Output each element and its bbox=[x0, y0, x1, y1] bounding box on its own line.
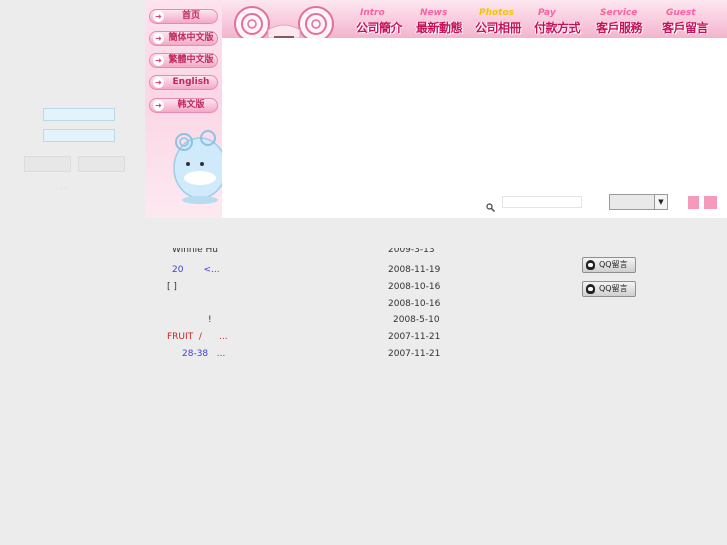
qq-message-button[interactable]: QQ留言 bbox=[582, 257, 636, 273]
news-item-date: 2008-10-16 bbox=[388, 282, 441, 292]
lang-korean-label: 韩文版 bbox=[177, 100, 205, 110]
search-advanced-button[interactable] bbox=[704, 196, 717, 209]
news-item-title[interactable]: 28-38 ... bbox=[182, 349, 225, 359]
nav-intro-en: Intro bbox=[360, 8, 385, 18]
news-item-title[interactable]: ! bbox=[208, 315, 212, 325]
nav-news-zh: 最新動態 bbox=[416, 21, 463, 35]
search-go-button[interactable] bbox=[688, 196, 699, 209]
nav-news-en: News bbox=[420, 8, 448, 18]
login-button[interactable] bbox=[24, 156, 71, 172]
register-button[interactable] bbox=[78, 156, 125, 172]
news-item-date: 2007-11-21 bbox=[388, 332, 441, 342]
banner-content-area bbox=[222, 38, 727, 218]
arrow-right-icon: ➜ bbox=[153, 100, 164, 111]
news-item-title[interactable]: FRUIT / ... bbox=[167, 332, 228, 342]
arrow-right-icon: ➜ bbox=[153, 77, 164, 88]
lollipop-logo-image bbox=[234, 6, 334, 38]
arrow-right-icon: ➜ bbox=[153, 55, 164, 66]
lang-home-label: 首页 bbox=[181, 11, 200, 21]
login-hint-text: . . . bbox=[55, 183, 67, 191]
nav-service-en: Service bbox=[600, 8, 638, 18]
news-item-date: 2009-3-13 bbox=[388, 248, 435, 254]
lang-korean-button[interactable]: ➜ 韩文版 bbox=[149, 98, 218, 113]
lang-home-button[interactable]: ➜ 首页 bbox=[149, 9, 218, 24]
nav-photos-en: Photos bbox=[479, 8, 515, 18]
nav-intro[interactable]: Intro 公司簡介 bbox=[356, 8, 414, 36]
lang-traditional-button[interactable]: ➜ 繁體中文版 bbox=[149, 53, 218, 68]
arrow-right-icon: ➜ bbox=[153, 11, 164, 22]
lang-english-label: English bbox=[172, 77, 210, 87]
nav-service[interactable]: Service 客戶服務 bbox=[596, 8, 654, 36]
news-item-date: 2008-5-10 bbox=[393, 315, 440, 325]
news-item-title[interactable]: 20 <... bbox=[172, 265, 220, 275]
lang-simplified-button[interactable]: ➜ 簡体中文版 bbox=[149, 31, 218, 46]
nav-news[interactable]: News 最新動態 bbox=[416, 8, 474, 36]
nav-guest[interactable]: Guest 客戶留言 bbox=[662, 8, 720, 36]
news-item-date: 2007-11-21 bbox=[388, 349, 441, 359]
nav-pay-zh: 付款方式 bbox=[534, 21, 581, 35]
lang-english-button[interactable]: ➜ English bbox=[149, 75, 218, 90]
top-nav-banner: Intro 公司簡介 News 最新動態 Photos 公司相冊 Pay 付款方… bbox=[222, 0, 727, 39]
nav-guest-en: Guest bbox=[666, 8, 696, 18]
nav-photos-zh: 公司相冊 bbox=[475, 21, 522, 35]
chevron-down-icon: ▼ bbox=[654, 195, 667, 209]
qq-message-button[interactable]: QQ留言 bbox=[582, 281, 636, 297]
username-input[interactable] bbox=[43, 108, 115, 121]
lang-traditional-label: 繁體中文版 bbox=[168, 55, 214, 65]
news-item-title[interactable]: Winnie Hu bbox=[172, 248, 218, 254]
qq-button-label: QQ留言 bbox=[599, 260, 628, 269]
magnifier-icon bbox=[486, 197, 495, 212]
sheep-mascot-image bbox=[170, 128, 222, 204]
news-item-title[interactable]: [ ] bbox=[167, 282, 177, 292]
search-category-select[interactable]: ▼ bbox=[609, 194, 668, 210]
news-item-date: 2008-10-16 bbox=[388, 299, 441, 309]
qq-penguin-icon bbox=[586, 260, 595, 270]
nav-intro-zh: 公司簡介 bbox=[356, 21, 403, 35]
qq-button-label: QQ留言 bbox=[599, 284, 628, 293]
password-input[interactable] bbox=[43, 129, 115, 142]
nav-pay-en: Pay bbox=[538, 8, 556, 18]
search-input[interactable] bbox=[502, 196, 582, 208]
nav-service-zh: 客戶服務 bbox=[596, 21, 643, 35]
lang-simplified-label: 簡体中文版 bbox=[168, 33, 214, 43]
nav-pay[interactable]: Pay 付款方式 bbox=[534, 8, 592, 36]
arrow-right-icon: ➜ bbox=[153, 33, 164, 44]
nav-guest-zh: 客戶留言 bbox=[662, 21, 709, 35]
news-item-date: 2008-11-19 bbox=[388, 265, 441, 275]
qq-penguin-icon bbox=[586, 284, 595, 294]
nav-photos[interactable]: Photos 公司相冊 bbox=[475, 8, 533, 36]
